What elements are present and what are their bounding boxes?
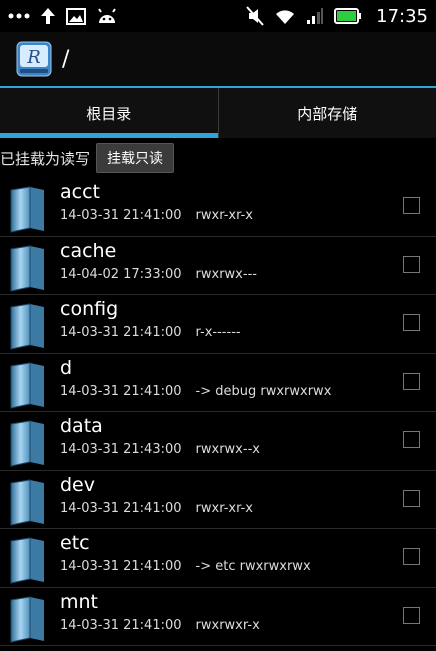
mount-status: 已挂载为读写 [0,149,91,168]
folder-icon [8,418,48,468]
folder-icon [8,535,48,585]
select-checkbox[interactable] [403,431,420,448]
file-date: 14-03-31 21:41:00 [60,208,182,223]
file-meta: 14-03-31 21:41:00 r-x------ [60,325,241,340]
folder-icon [8,360,48,410]
file-perms: rwxr-xr-x [195,208,253,223]
select-checkbox[interactable] [403,255,420,273]
file-perms: rwxrwx--x [195,442,260,457]
file-row-config[interactable]: config 14-03-31 21:41:00 r-x------ [0,295,436,354]
file-perms: rwxrwxr-x [195,617,260,633]
file-row-dev[interactable]: dev 14-03-31 21:41:00 rwxr-xr-x [0,471,436,529]
folder-icon [8,184,48,234]
tab-label: 内部存储 [297,104,358,123]
folder-icon [8,594,48,644]
battery-icon [334,8,362,24]
file-perms: rwxrwxrwx [239,559,311,574]
folder-icon [8,477,48,527]
select-checkbox[interactable] [403,606,420,624]
file-perms: rwxrwx--- [195,266,257,282]
mount-readonly-button[interactable]: 挂载只读 [96,143,175,173]
upload-arrow-icon [40,7,56,25]
file-meta: 14-03-31 21:41:00 rwxrwxr-x [60,618,260,633]
file-date: 14-03-31 21:41:00 [60,383,182,399]
file-perms: rwxr-xr-x [195,500,253,516]
file-list: acct 14-03-31 21:41:00 rwxr-xr-x cache 1… [0,178,436,646]
tab-internal-storage[interactable]: 内部存储 [217,88,436,138]
file-name: dev [60,473,95,496]
file-name: acct [60,181,100,203]
image-icon [66,7,86,25]
file-link: -> etc [195,559,240,574]
file-name: config [60,298,119,320]
tab-root[interactable]: 根目录 [0,88,218,138]
svg-text:R: R [26,47,41,68]
file-perms: rwxrwxrwx [260,383,332,399]
file-perms: r-x------ [195,325,241,340]
status-bar: 17:35 [0,0,436,32]
file-name: cache [60,239,117,262]
file-row-etc[interactable]: etc 14-03-31 21:41:00 -> etc rwxrwxrwx [0,529,436,588]
tab-label: 根目录 [86,104,132,123]
select-checkbox[interactable] [403,197,420,214]
file-meta: 14-04-02 17:33:00 rwxrwx--- [60,267,257,282]
file-name: data [60,415,103,437]
file-meta: 14-03-31 21:41:00 -> debug rwxrwxrwx [60,384,331,399]
file-meta: 14-03-31 21:41:00 rwxr-xr-x [60,208,253,223]
file-row-d[interactable]: d 14-03-31 21:41:00 -> debug rwxrwxrwx [0,354,436,412]
file-date: 14-03-31 21:41:00 [60,617,182,633]
file-row-mnt[interactable]: mnt 14-03-31 21:41:00 rwxrwxr-x [0,588,436,646]
folder-icon [8,301,48,351]
current-path: / [62,46,70,72]
app-header: R / [0,32,436,86]
file-date: 14-04-02 17:33:00 [60,266,182,282]
tab-bar: 根目录 内部存储 [0,86,436,138]
mount-bar: 已挂载为读写 挂载只读 [0,138,436,178]
mute-icon [246,6,264,26]
select-checkbox[interactable] [403,372,420,390]
file-meta: 14-03-31 21:41:00 rwxr-xr-x [60,501,253,516]
wifi-icon [274,7,296,25]
file-date: 14-03-31 21:41:00 [60,559,182,574]
file-date: 14-03-31 21:41:00 [60,500,182,516]
file-meta: 14-03-31 21:41:00 -> etc rwxrwxrwx [60,559,311,574]
android-icon [96,8,118,24]
signal-icon [306,7,324,25]
file-name: etc [60,532,90,554]
select-checkbox[interactable] [403,489,420,507]
app-logo-icon[interactable]: R [16,41,52,77]
file-date: 14-03-31 21:41:00 [60,325,182,340]
file-row-cache[interactable]: cache 14-04-02 17:33:00 rwxrwx--- [0,237,436,295]
file-date: 14-03-31 21:43:00 [60,442,182,457]
file-name: d [60,356,73,379]
more-dots-icon [8,12,30,20]
folder-icon [8,243,48,293]
file-name: mnt [60,590,98,613]
file-row-acct[interactable]: acct 14-03-31 21:41:00 rwxr-xr-x [0,178,436,237]
select-checkbox[interactable] [403,314,420,331]
clock: 17:35 [376,5,428,27]
file-link: -> debug [195,383,261,399]
file-meta: 14-03-31 21:43:00 rwxrwx--x [60,442,260,457]
select-checkbox[interactable] [403,548,420,565]
file-row-data[interactable]: data 14-03-31 21:43:00 rwxrwx--x [0,412,436,471]
